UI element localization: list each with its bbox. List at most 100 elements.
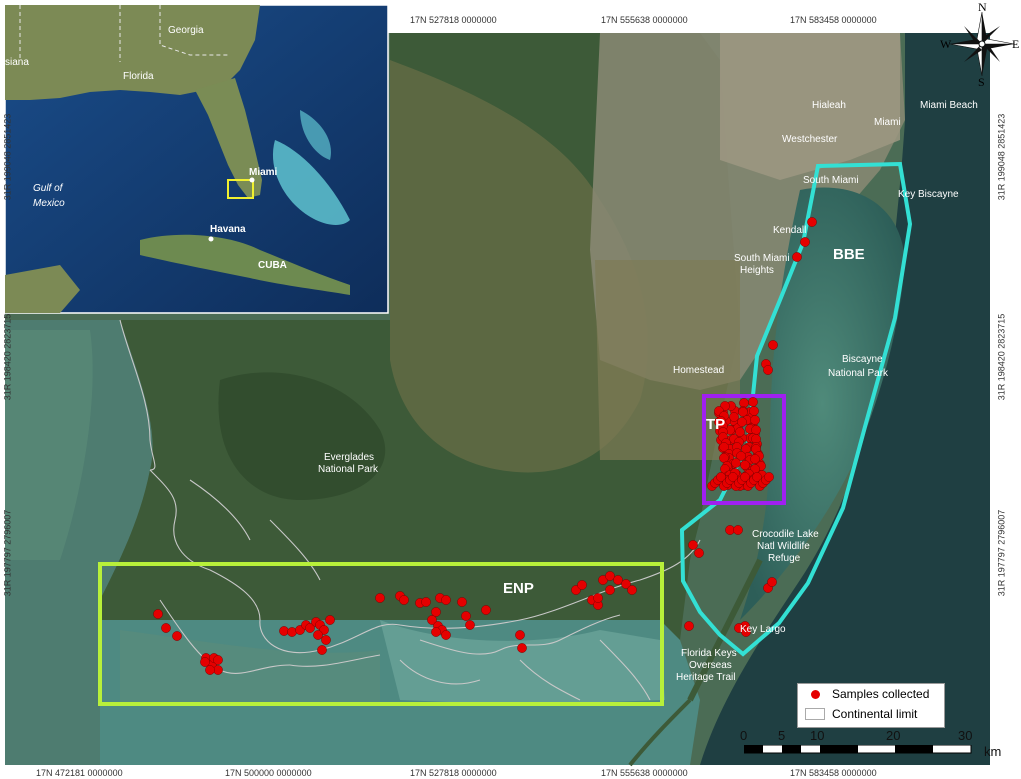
bottom-coord-4: 17N 555638 0000000: [601, 768, 688, 778]
sample-point: [731, 458, 741, 468]
label-hialeah: Hialeah: [812, 100, 846, 111]
label-fk-1: Florida Keys: [681, 648, 737, 659]
legend-limit-label: Continental limit: [832, 707, 918, 721]
compass-s: S: [978, 75, 985, 86]
sample-point: [684, 621, 694, 631]
inset-label-miami: Miami: [249, 167, 278, 178]
sample-point: [375, 593, 385, 603]
right-coord-3: 31R 197797 2796007: [996, 509, 1007, 597]
bottom-coord-2: 17N 500000 0000000: [225, 768, 312, 778]
sample-point: [627, 585, 637, 595]
label-south-miami-heights-1: South Miami: [734, 253, 790, 264]
label-crocodile-1: Crocodile Lake: [752, 529, 819, 540]
label-miami-beach: Miami Beach: [920, 100, 978, 111]
sample-point: [465, 620, 475, 630]
label-everglades-np-1: Everglades: [324, 452, 374, 463]
bottom-coord-5: 17N 583458 0000000: [790, 768, 877, 778]
inset-label-louisiana: siana: [5, 57, 29, 68]
sample-point: [441, 630, 451, 640]
sample-point: [200, 657, 210, 667]
sample-point: [577, 580, 587, 590]
sample-point: [748, 397, 758, 407]
top-coord-2: 17N 555638 0000000: [601, 15, 688, 25]
sample-point: [205, 665, 215, 675]
sample-point: [750, 415, 760, 425]
sample-point: [807, 217, 817, 227]
sample-point: [457, 597, 467, 607]
label-biscayne-np-1: Biscayne: [842, 354, 883, 365]
sample-point: [399, 595, 409, 605]
left-coord-2: 31R 198420 2823715: [2, 313, 13, 401]
inset-map: Georgia siana Florida Gulf of Mexico Mia…: [4, 4, 389, 314]
sample-point: [172, 631, 182, 641]
compass-n: N: [978, 0, 987, 14]
sample-point: [431, 627, 441, 637]
sample-point: [481, 605, 491, 615]
sample-point: [287, 627, 297, 637]
scale-tick-10: 10: [810, 728, 825, 743]
compass-w: W: [940, 37, 952, 51]
right-coord-1: 31R 199048 2851423: [996, 113, 1007, 201]
sample-dot-icon: [810, 689, 820, 699]
label-south-miami: South Miami: [803, 175, 859, 186]
sample-point: [161, 623, 171, 633]
sample-point: [441, 595, 451, 605]
left-coord-1: 31R 199048 2851423: [2, 113, 13, 201]
label-fk-3: Heritage Trail: [676, 672, 735, 683]
sample-point: [800, 237, 810, 247]
limit-box-icon: [805, 708, 825, 720]
left-coord-3: 31R 197797 2796007: [2, 509, 13, 597]
label-biscayne-np-2: National Park: [828, 368, 889, 379]
sample-point: [279, 626, 289, 636]
scale-bar-graphic: [744, 745, 972, 754]
label-bbe: BBE: [833, 246, 865, 263]
label-crocodile-3: Refuge: [768, 553, 801, 564]
label-miami: Miami: [874, 117, 901, 128]
sample-point: [733, 525, 743, 535]
sample-point: [740, 460, 750, 470]
scale-tick-0: 0: [740, 728, 748, 743]
inset-label-havana: Havana: [210, 224, 246, 235]
sample-point: [515, 630, 525, 640]
compass-rose-icon: N S E W: [940, 0, 1021, 89]
sample-point: [421, 597, 431, 607]
legend-row-limit: Continental limit: [798, 704, 944, 724]
sample-point: [593, 593, 603, 603]
inset-label-cuba: CUBA: [258, 260, 287, 271]
top-coord-1: 17N 527818 0000000: [410, 15, 497, 25]
sample-point: [153, 609, 163, 619]
scale-tick-20: 20: [886, 728, 901, 743]
sample-point: [739, 398, 749, 408]
top-coord-3: 17N 583458 0000000: [790, 15, 877, 25]
sample-point: [688, 540, 698, 550]
sample-point: [768, 340, 778, 350]
sample-point: [321, 635, 331, 645]
sample-point: [213, 655, 223, 665]
label-kendall: Kendall: [773, 225, 806, 236]
scale-bar: 0 5 10 20 30 km: [740, 728, 1021, 768]
inset-label-gulf-1: Gulf of: [33, 183, 64, 194]
sample-point: [764, 472, 774, 482]
inset-label-georgia: Georgia: [168, 25, 204, 36]
bottom-coord-1: 17N 472181 0000000: [36, 768, 123, 778]
sample-point: [517, 643, 527, 653]
sample-point: [763, 365, 773, 375]
sample-point: [737, 417, 747, 427]
label-south-miami-heights-2: Heights: [740, 265, 774, 276]
compass-e: E: [1012, 37, 1019, 51]
legend-row-samples: Samples collected: [798, 684, 944, 704]
sample-point: [767, 577, 777, 587]
label-enp: ENP: [503, 580, 534, 597]
right-coord-2: 31R 198420 2823715: [996, 313, 1007, 401]
map-canvas: Hialeah Miami Beach Miami Westchester So…: [0, 0, 1021, 779]
label-everglades-np-2: National Park: [318, 464, 379, 475]
inset-label-gulf-2: Mexico: [33, 198, 65, 209]
legend-samples-label: Samples collected: [832, 687, 930, 701]
inset-label-florida: Florida: [123, 71, 154, 82]
label-key-biscayne: Key Biscayne: [898, 189, 959, 200]
label-tp: TP: [706, 416, 725, 433]
sample-point: [694, 548, 704, 558]
sample-point: [749, 406, 759, 416]
legend: Samples collected Continental limit: [797, 683, 945, 728]
label-westchester: Westchester: [782, 134, 838, 145]
